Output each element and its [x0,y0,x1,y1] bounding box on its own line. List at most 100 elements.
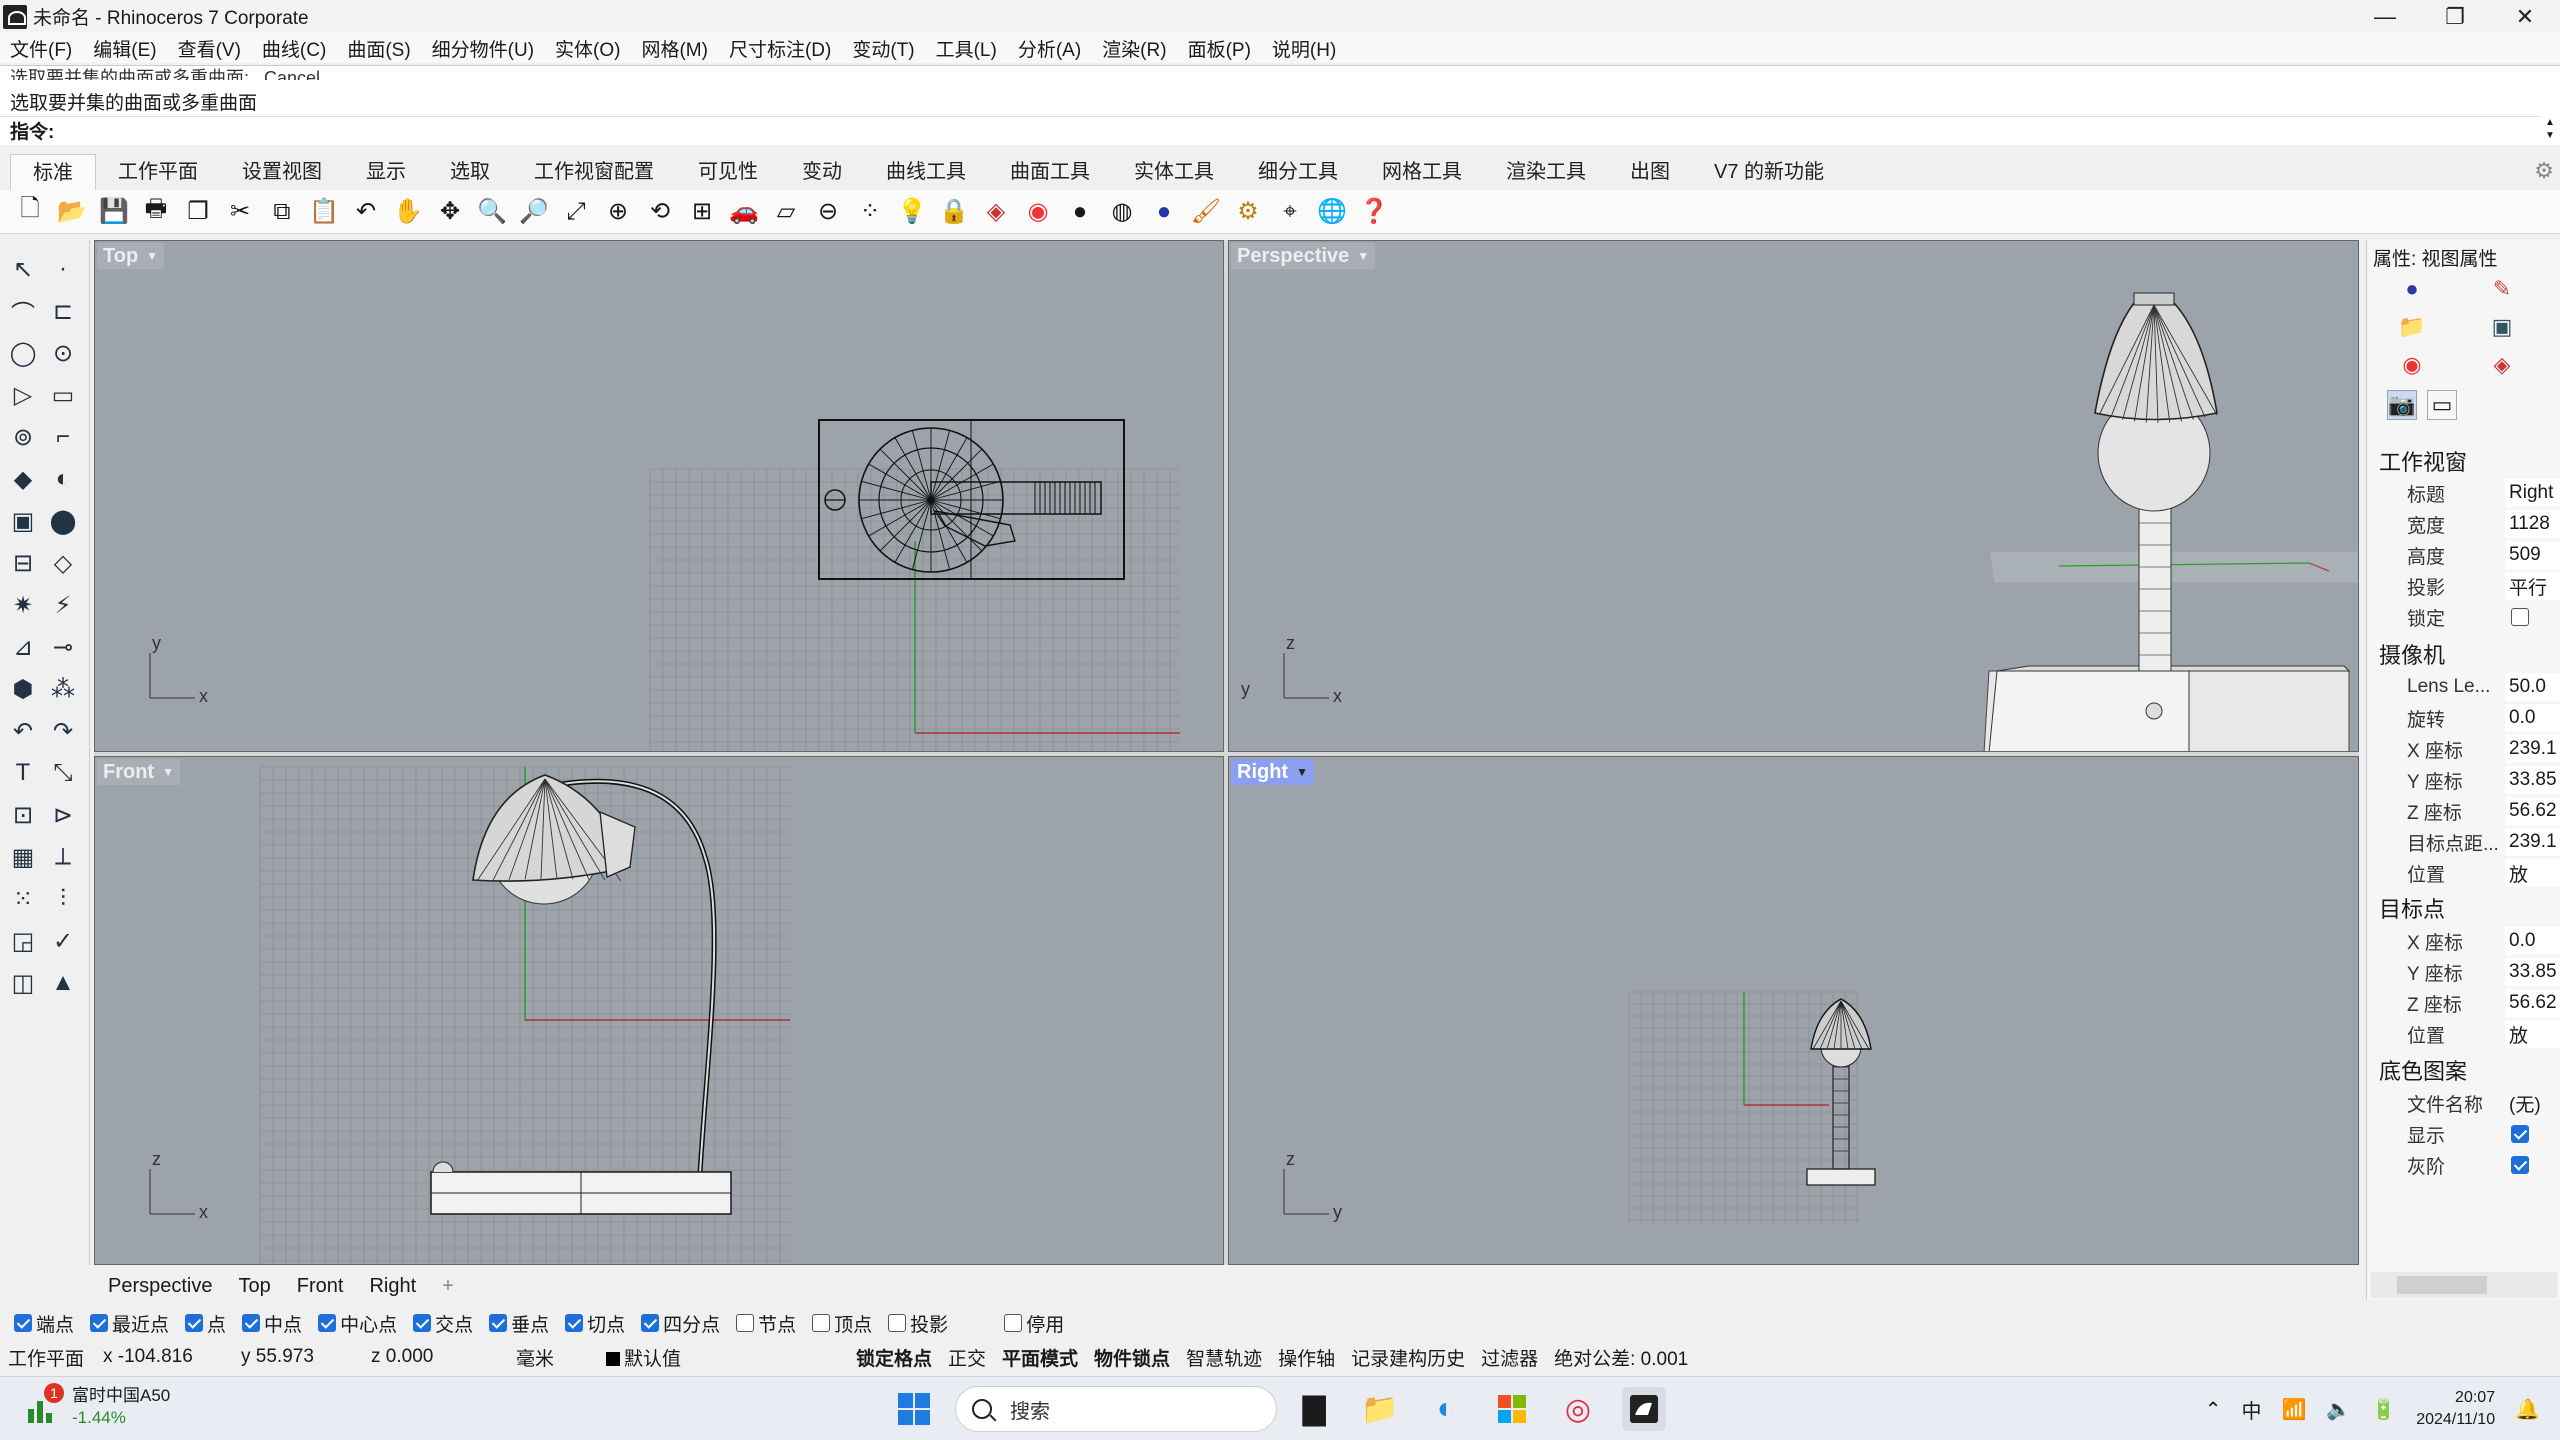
layer-icon[interactable]: ◈ [2487,350,2517,380]
tool-icon[interactable]: ⌐ [46,420,80,454]
tool-icon[interactable]: ⤡ [46,756,80,790]
camera-prop-value[interactable]: 33.85 [2505,766,2560,794]
osnap-item[interactable]: 垂点 [489,1310,549,1337]
tool-icon[interactable]: · [46,252,80,286]
store-icon[interactable] [1490,1387,1534,1431]
osnap-item[interactable]: 节点 [736,1310,796,1337]
filter-toggle[interactable]: 过滤器 [1473,1344,1546,1371]
history-toggle[interactable]: 记录建构历史 [1343,1344,1473,1371]
viewport-tab-right[interactable]: Right [369,1275,416,1298]
globe-icon[interactable]: 🌐 [1316,196,1348,228]
osnap-item[interactable]: 停用 [1004,1310,1064,1337]
folder-icon[interactable]: 📁 [2397,312,2427,342]
minimize-button[interactable]: — [2350,0,2420,33]
tool-icon[interactable]: ⁂ [46,672,80,706]
target-prop-value[interactable]: 放 [2505,1020,2560,1048]
wallpaper-frame-icon[interactable]: ▭ [2427,390,2457,420]
points-on-icon[interactable]: ⁘ [854,196,886,228]
command-input[interactable] [58,118,2459,143]
zoom-icon[interactable]: 🔍 [476,196,508,228]
osnap-item[interactable]: 交点 [413,1310,473,1337]
osnap-checkbox[interactable] [90,1314,109,1332]
tab-set-view[interactable]: 设置视图 [220,154,344,190]
object-properties-icon[interactable]: ● [2397,274,2427,304]
blue-sphere-icon[interactable]: ● [1148,196,1180,228]
tab-viewport-layout[interactable]: 工作视窗配置 [512,154,676,190]
camera-prop-value[interactable]: 56.62 [2505,797,2560,825]
tool-icon[interactable]: ⊿ [6,630,40,664]
viewport-tab-front[interactable]: Front [297,1275,344,1298]
four-viewports-icon[interactable]: ⊞ [686,196,718,228]
wifi-icon[interactable]: 📶 [2281,1397,2306,1422]
tool-icon[interactable]: ⊙ [46,336,80,370]
wallpaper-file-value[interactable]: (无) [2505,1089,2560,1117]
named-view-car-icon[interactable]: 🚗 [728,196,760,228]
lock-icon[interactable]: 🔒 [938,196,970,228]
material-brush-icon[interactable]: ✎ [2487,274,2517,304]
tool-icon[interactable]: ↖ [6,252,40,286]
menu-surface[interactable]: 曲面(S) [347,35,410,62]
viewport-label-front[interactable]: Front ▼ [97,759,180,785]
tool-icon[interactable]: T [6,756,40,790]
tab-render-tools[interactable]: 渲染工具 [1484,154,1608,190]
tab-cplanes[interactable]: 工作平面 [96,154,220,190]
undo-icon[interactable]: ↶ [350,196,382,228]
osnap-checkbox[interactable] [1004,1314,1023,1332]
lock-checkbox[interactable] [2511,608,2529,626]
tool-icon[interactable]: ⬤ [46,504,80,538]
tool-icon[interactable]: ✷ [6,588,40,622]
menu-tools[interactable]: 工具(L) [936,35,997,62]
notification-bell-icon[interactable]: 🔔 [2515,1397,2540,1422]
camera-prop-value[interactable]: 放 [2505,859,2560,887]
viewport-right[interactable]: y z Right ▼ [1228,756,2359,1265]
command-scroll-arrows[interactable]: ▲ ▼ [2540,116,2560,144]
osnap-checkbox[interactable] [185,1314,204,1332]
windows-start-icon[interactable] [892,1387,936,1431]
shaded-sphere-icon[interactable]: ● [1064,196,1096,228]
osnap-item[interactable]: 点 [185,1310,226,1337]
osnap-checkbox[interactable] [242,1314,261,1332]
viewport-label-perspective[interactable]: Perspective ▼ [1231,243,1376,269]
viewport-label-top[interactable]: Top ▼ [97,243,165,269]
osnap-checkbox[interactable] [14,1314,32,1332]
export-icon[interactable]: ❐ [182,196,214,228]
tool-icon[interactable]: ◆ [6,462,40,496]
menu-subd[interactable]: 细分物件(U) [432,35,534,62]
osnap-checkbox[interactable] [812,1314,831,1332]
help-icon[interactable]: ❓ [1358,196,1390,228]
viewport-props-icon[interactable]: ▣ [2487,312,2517,342]
render-sphere-icon[interactable]: ◍ [1106,196,1138,228]
color-wheel-icon[interactable]: ◉ [2397,350,2427,380]
grid-snap-toggle[interactable]: 锁定格点 [848,1344,940,1371]
viewport-tab-perspective[interactable]: Perspective [108,1275,213,1298]
open-folder-icon[interactable]: 📂 [56,196,88,228]
print-icon[interactable]: 🖶 [140,195,172,228]
stock-widget[interactable]: 1 富时中国A50 -1.44% [24,1383,170,1429]
menu-transform[interactable]: 变动(T) [852,35,914,62]
menu-curve[interactable]: 曲线(C) [262,35,326,62]
volume-icon[interactable]: 🔈 [2326,1397,2351,1422]
osnap-item[interactable]: 中点 [242,1310,302,1337]
maximize-button[interactable]: ❐ [2420,0,2490,33]
tool-icon[interactable]: ◫ [6,966,40,1000]
tool-icon[interactable]: ▭ [46,378,80,412]
tool-icon[interactable]: ⌒ [6,294,40,328]
camera-prop-value[interactable]: 0.0 [2505,704,2560,732]
osnap-checkbox[interactable] [565,1314,584,1332]
toolbar-gear-icon[interactable]: ⚙ [2534,158,2554,184]
select-filter-icon[interactable]: ⊖ [812,196,844,228]
pan-hand-icon[interactable]: ✋ [392,196,424,228]
osnap-item[interactable]: 最近点 [90,1310,169,1337]
zoom-extents-icon[interactable]: ⤢ [560,196,592,228]
tab-select[interactable]: 选取 [428,154,512,190]
osnap-toggle[interactable]: 物件锁点 [1086,1344,1178,1371]
tool-icon[interactable]: ⬢ [6,672,40,706]
tab-curve-tools[interactable]: 曲线工具 [864,154,988,190]
menu-analyze[interactable]: 分析(A) [1018,35,1081,62]
planar-toggle[interactable]: 平面模式 [994,1344,1086,1371]
add-viewport-tab-icon[interactable]: + [442,1275,454,1298]
tab-mesh-tools[interactable]: 网格工具 [1360,154,1484,190]
menu-render[interactable]: 渲染(R) [1102,35,1166,62]
camera-prop-value[interactable]: 239.1 [2505,828,2560,856]
osnap-item[interactable]: 四分点 [641,1310,720,1337]
